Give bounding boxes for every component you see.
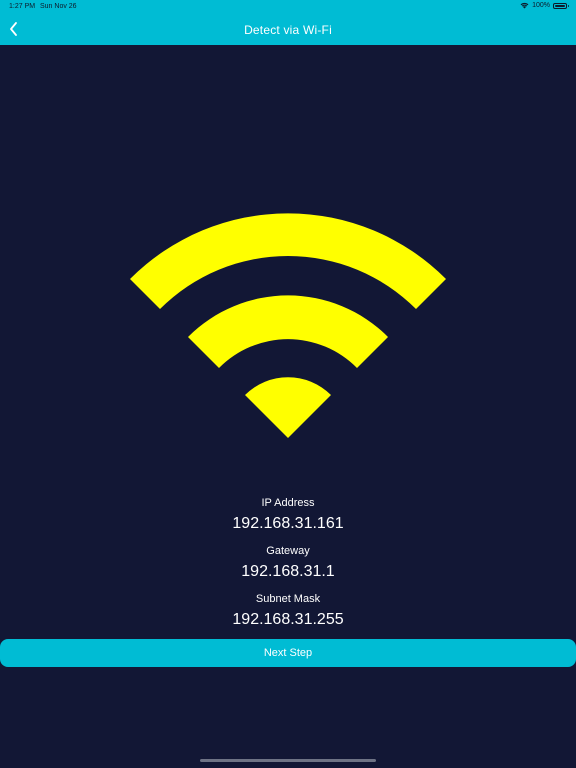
subnet-mask-label: Subnet Mask bbox=[255, 593, 321, 605]
ip-address-label: IP Address bbox=[261, 497, 315, 509]
gateway-section: Gateway 192.168.31.1 bbox=[0, 544, 576, 582]
gateway-label: Gateway bbox=[266, 545, 310, 557]
subnet-mask-value: 192.168.31.255 bbox=[232, 611, 344, 628]
wifi-icon bbox=[130, 213, 446, 438]
app-screen: 1:27 PM Sun Nov 26 100% Detect via Wi-Fi… bbox=[0, 0, 576, 768]
ip-address-section: IP Address 192.168.31.161 bbox=[0, 496, 576, 534]
wifi-outer-arc bbox=[130, 213, 446, 309]
navigation-bar: Detect via Wi-Fi bbox=[0, 14, 576, 45]
page-title: Detect via Wi-Fi bbox=[244, 23, 332, 37]
battery-cap bbox=[567, 4, 569, 7]
battery-level bbox=[555, 4, 565, 7]
gateway-value: 192.168.31.1 bbox=[241, 563, 335, 580]
status-date: Sun Nov 26 bbox=[40, 3, 77, 10]
subnet-mask-section: Subnet Mask 192.168.31.255 bbox=[0, 592, 576, 630]
next-step-button[interactable]: Next Step bbox=[0, 639, 576, 667]
status-bar: 1:27 PM Sun Nov 26 100% bbox=[0, 0, 576, 14]
battery-percentage: 100% bbox=[532, 2, 550, 9]
battery-icon bbox=[553, 2, 569, 9]
header: 1:27 PM Sun Nov 26 100% Detect via Wi-Fi bbox=[0, 0, 576, 45]
ip-address-value: 192.168.31.161 bbox=[232, 515, 344, 532]
wifi-status-icon bbox=[520, 2, 529, 9]
wifi-inner-wedge bbox=[245, 377, 331, 438]
wifi-middle-arc bbox=[188, 295, 388, 368]
home-indicator bbox=[200, 759, 376, 762]
status-time: 1:27 PM bbox=[9, 3, 36, 10]
status-indicators: 100% bbox=[520, 2, 569, 9]
